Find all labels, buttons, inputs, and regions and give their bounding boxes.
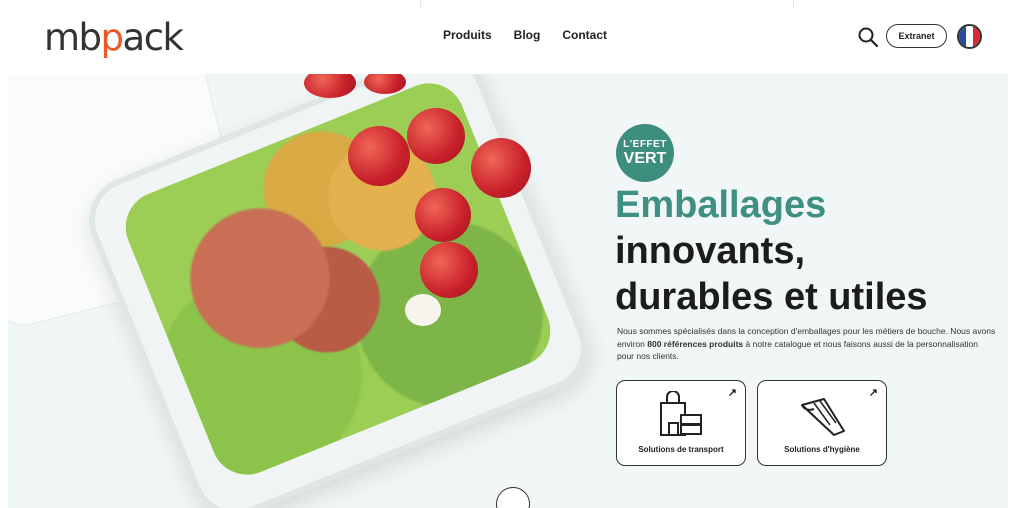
- logo[interactable]: mb p ack: [44, 14, 184, 60]
- tomato: [348, 126, 410, 186]
- effet-vert-badge: L'EFFET VERT: [616, 124, 674, 182]
- card-transport-label: Solutions de transport: [638, 445, 724, 454]
- arrow-up-right-icon: ↗: [868, 387, 878, 399]
- card-hygiene[interactable]: ↗ Solutions d'hygiène: [757, 380, 887, 466]
- mozzarella: [405, 294, 441, 326]
- arrow-up-right-icon: ↗: [727, 387, 737, 399]
- hero-section: L'EFFET VERT Emballages innovants, durab…: [8, 74, 1008, 508]
- tomato: [407, 108, 465, 164]
- hero-title-line2: innovants,: [615, 230, 806, 272]
- tomato: [415, 188, 471, 242]
- nav-produits[interactable]: Produits: [443, 28, 492, 42]
- hero-description: Nous sommes spécialisés dans la concepti…: [617, 325, 997, 363]
- tomato: [420, 242, 478, 298]
- extranet-button[interactable]: Extranet: [886, 24, 947, 48]
- desc-bold: 800 références produits: [647, 338, 744, 349]
- scroll-down-button[interactable]: [496, 487, 530, 508]
- piping-bag-icon: [801, 398, 845, 436]
- top-divider-lines: [0, 0, 1016, 10]
- shopping-bag-boxes-icon: [660, 391, 702, 436]
- nav-blog[interactable]: Blog: [514, 28, 541, 42]
- badge-line1: L'EFFET: [623, 138, 667, 150]
- hero-title-line1: Emballages: [615, 184, 827, 226]
- badge-line2: VERT: [623, 149, 667, 167]
- tomato: [471, 138, 531, 198]
- flag-fr-icon[interactable]: [957, 24, 982, 49]
- site-header: mb p ack Produits Blog Contact Extranet: [0, 0, 1016, 74]
- hero-title-line3: durables et utiles: [615, 276, 928, 318]
- logo-prefix: mb: [44, 15, 102, 59]
- logo-accent: p: [100, 15, 125, 59]
- card-hygiene-label: Solutions d'hygiène: [784, 445, 860, 454]
- search-icon[interactable]: [857, 26, 879, 48]
- nav-contact[interactable]: Contact: [562, 28, 607, 42]
- logo-suffix: ack: [122, 15, 184, 59]
- card-transport[interactable]: ↗ Solutions de transport: [616, 380, 746, 466]
- main-nav: Produits Blog Contact: [443, 28, 607, 42]
